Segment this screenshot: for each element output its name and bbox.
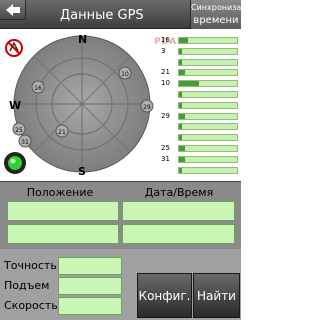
signal-satellite-id: 16	[161, 36, 170, 44]
datetime-header: Дата/Время	[144, 186, 214, 199]
signal-row: 21	[160, 68, 241, 77]
signal-strength-fill	[179, 38, 188, 43]
back-button[interactable]	[0, 0, 26, 20]
signal-row: 10	[160, 79, 241, 88]
signal-strength-fill	[179, 167, 182, 173]
signal-strength-fill	[179, 135, 182, 141]
position-header: Положение	[26, 186, 94, 199]
signal-bars: 16 3 21 10 29 25 31	[160, 36, 241, 181]
signal-strength-bar	[178, 166, 238, 174]
altitude-value-box	[58, 277, 122, 295]
satellite-21: 21	[55, 124, 69, 138]
compass-south: S	[78, 165, 86, 178]
speed-value-box	[58, 297, 122, 315]
signal-strength-bar	[178, 47, 238, 55]
signal-satellite-id: 21	[161, 68, 170, 77]
status-light-icon	[4, 152, 26, 174]
time-sync-label-1: Синхронизация	[191, 3, 257, 12]
satellite-29: 29	[140, 99, 154, 113]
altitude-label: Подъем	[4, 279, 50, 292]
time-box	[122, 224, 235, 244]
time-sync-label-2: времени	[193, 15, 239, 26]
satellite-31: 31	[18, 134, 32, 148]
signal-strength-fill	[179, 48, 182, 54]
signal-row: 31	[160, 154, 241, 164]
satellite-25: 25	[12, 122, 26, 136]
accuracy-label: Точность	[4, 259, 57, 272]
signal-strength-bar	[178, 155, 238, 163]
signal-row	[160, 134, 241, 142]
signal-strength-fill	[179, 146, 185, 151]
page-title: Данные GPS	[60, 8, 144, 23]
satellite-panel: N S W 10 16 29 21 25 31 PDA.RU 16 3 21 1…	[0, 29, 241, 181]
signal-row	[160, 91, 241, 99]
signal-row	[160, 58, 241, 67]
signal-strength-bar	[178, 58, 238, 66]
satellite-29-label: 29	[143, 104, 151, 111]
signal-strength-fill	[179, 102, 182, 108]
signal-strength-bar	[178, 134, 238, 142]
signal-row: 16	[160, 36, 241, 45]
signal-strength-bar	[178, 80, 238, 88]
signal-strength-fill	[179, 59, 182, 65]
signal-strength-bar	[178, 112, 238, 120]
speed-label: Скорость	[4, 299, 58, 312]
compass-north: N	[78, 33, 87, 46]
signal-row	[160, 101, 241, 110]
sky-plot: N S W 10 16 29 21 25 31	[4, 33, 154, 178]
signal-row: 29	[160, 111, 241, 121]
signal-strength-fill	[179, 113, 185, 119]
accuracy-value-box	[58, 257, 122, 275]
signal-strength-bar	[178, 145, 238, 152]
signal-strength-fill	[179, 70, 185, 76]
signal-row	[160, 123, 241, 131]
signal-satellite-id: 10	[161, 79, 170, 88]
satellite-21-label: 21	[58, 129, 66, 136]
compass-west: W	[9, 99, 21, 112]
satellite-16-label: 16	[34, 85, 42, 92]
signal-satellite-id: 31	[161, 154, 170, 163]
position-latitude-box	[7, 201, 119, 221]
info-panel: Положение Дата/Время	[0, 181, 241, 249]
signal-strength-fill	[179, 124, 182, 130]
no-fix-icon	[5, 39, 23, 57]
signal-row	[160, 166, 241, 175]
signal-strength-bar	[178, 123, 238, 131]
signal-strength-bar	[178, 101, 238, 109]
date-box	[122, 201, 235, 221]
signal-strength-bar	[178, 37, 238, 44]
signal-strength-fill	[179, 81, 200, 87]
satellite-25-label: 25	[15, 127, 23, 134]
signal-row: 25	[160, 144, 241, 153]
time-sync-button[interactable]: Синхронизация времени	[190, 0, 257, 29]
position-longitude-box	[7, 224, 119, 244]
config-button[interactable]: Конфиг.	[137, 273, 192, 318]
signal-strength-fill	[179, 92, 182, 97]
signal-strength-bar	[178, 91, 238, 98]
signal-strength-bar	[178, 69, 238, 77]
signal-satellite-id: 3	[161, 46, 166, 55]
back-arrow-icon	[5, 3, 20, 16]
signal-satellite-id: 29	[161, 111, 170, 120]
satellite-31-label: 31	[21, 139, 29, 146]
bottom-panel: Точность Подъем Скорость Конфиг. Найти	[0, 249, 241, 320]
signal-strength-fill	[179, 156, 185, 162]
find-button[interactable]: Найти	[193, 273, 240, 318]
header-bar: Данные GPS Синхронизация времени	[0, 0, 257, 29]
signal-satellite-id: 25	[161, 144, 170, 152]
satellite-10: 10	[118, 66, 132, 80]
satellite-16: 16	[31, 80, 45, 94]
satellite-10-label: 10	[121, 71, 129, 78]
signal-row: 3	[160, 46, 241, 56]
